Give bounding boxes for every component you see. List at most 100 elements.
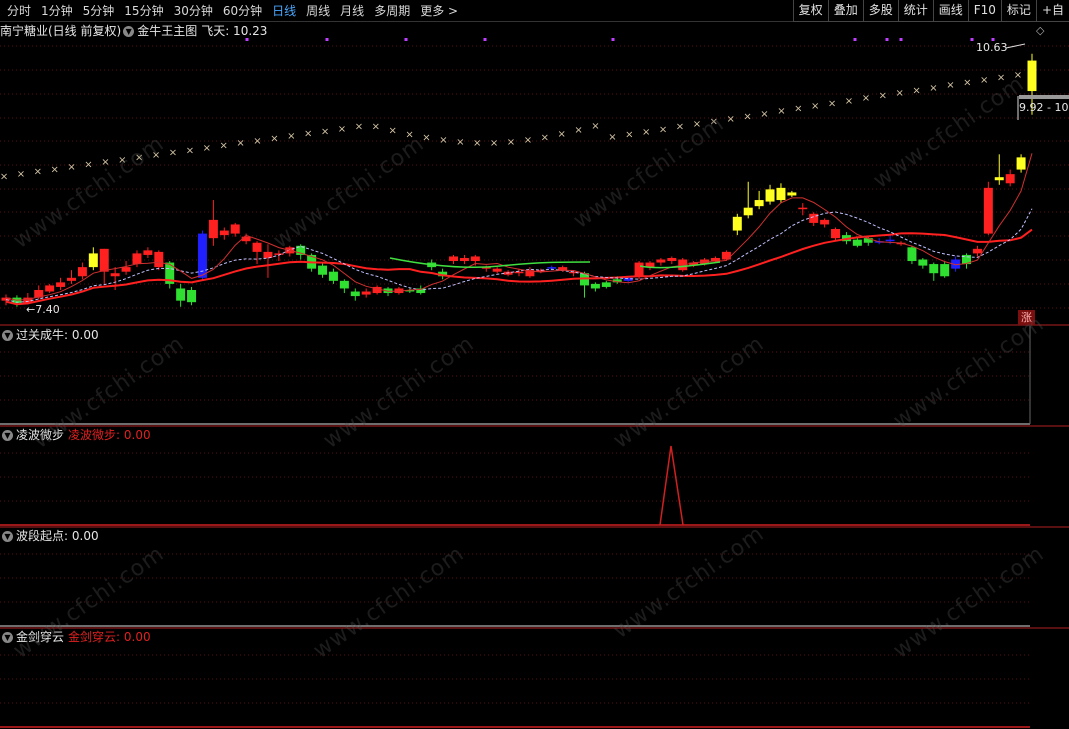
candle-body [132, 253, 142, 265]
cross-marker: × [17, 169, 25, 180]
candle-body [318, 265, 328, 275]
cross-marker: × [507, 137, 515, 148]
cross-marker: × [389, 125, 397, 136]
candle-body [590, 283, 600, 289]
cross-marker: × [186, 145, 194, 156]
price-high-label: 10.63 [976, 41, 1008, 54]
panel-3-value: : 0.00 [64, 529, 99, 543]
sub-panel-3-header: ▼ 波段起点 : 0.00 [0, 528, 99, 544]
cross-marker: × [169, 148, 177, 159]
candle-body [907, 247, 917, 262]
candle-body [972, 248, 982, 254]
candle-body [45, 285, 55, 292]
candle-body [110, 273, 120, 277]
candle-body [754, 200, 764, 207]
cross-marker: × [84, 160, 92, 171]
panel-3-dropdown-icon[interactable]: ▼ [2, 530, 13, 542]
cross-marker: × [524, 135, 532, 146]
panel-3-name[interactable]: 波段起点 [16, 528, 64, 544]
cross-marker: × [625, 130, 633, 141]
cross-marker: × [676, 122, 684, 133]
cross-marker: × [879, 91, 887, 102]
candle-body [743, 207, 753, 216]
cross-marker: × [574, 125, 582, 136]
candle-body [601, 282, 611, 287]
cross-marker: × [321, 126, 329, 137]
panel-4-value: 金剑穿云: 0.00 [68, 630, 151, 644]
candle-body [1005, 174, 1015, 184]
signal-dot [404, 38, 408, 41]
candle-body [667, 257, 677, 262]
price-range-bar [1019, 95, 1069, 99]
candle-body [459, 257, 469, 262]
candle-body [449, 256, 459, 262]
candle-body [885, 239, 895, 242]
cross-marker: × [270, 133, 278, 144]
cross-marker: × [608, 132, 616, 143]
signal-dot [245, 38, 249, 41]
cross-marker: × [760, 109, 768, 120]
candle-body [143, 250, 153, 255]
candle-body [776, 187, 786, 201]
candle-body [350, 291, 360, 297]
cross-marker: × [0, 171, 8, 182]
price-low-label: ←7.40 [26, 303, 60, 316]
cross-marker: × [862, 93, 870, 104]
cross-marker: × [51, 164, 59, 175]
cross-marker: × [777, 106, 785, 117]
candle-body [547, 267, 557, 269]
cross-marker: × [355, 122, 363, 133]
cross-marker: × [236, 138, 244, 149]
signal-dot [885, 38, 889, 41]
price-range-label: 9.92 - 10 [1019, 101, 1069, 114]
panel-1-dropdown-icon[interactable]: ▼ [2, 329, 13, 341]
cross-marker: × [980, 75, 988, 86]
candle-body [983, 187, 993, 234]
cross-marker: × [304, 129, 312, 140]
candle-body [241, 236, 251, 242]
cross-marker: × [828, 98, 836, 109]
cross-marker: × [372, 121, 380, 132]
candle-body [852, 239, 862, 246]
cross-marker: × [727, 114, 735, 125]
candle-body [230, 224, 240, 234]
candle-body [339, 280, 349, 289]
panel-1-name[interactable]: 过关成牛 [16, 327, 64, 343]
cross-marker: × [642, 127, 650, 138]
candle-body [328, 271, 338, 281]
candle-body [940, 264, 950, 277]
signal-dot [325, 38, 329, 41]
candle-body [219, 230, 229, 236]
cross-marker: × [558, 129, 566, 140]
candle-body [994, 177, 1004, 181]
candle-body [721, 251, 731, 260]
panel-2-value: 凌波微步: 0.00 [68, 428, 151, 442]
cross-marker: × [287, 131, 295, 142]
cross-marker: × [929, 83, 937, 94]
cross-marker: × [591, 121, 599, 132]
candle-body [831, 229, 841, 239]
panel-2-dropdown-icon[interactable]: ▼ [2, 429, 13, 441]
ma-green-segment [389, 257, 591, 269]
candle-body [1027, 60, 1037, 92]
candle-body [492, 268, 502, 272]
candle-body [798, 207, 808, 210]
cross-marker: × [473, 138, 481, 149]
cross-marker: × [34, 167, 42, 178]
cross-marker: × [845, 96, 853, 107]
cross-marker: × [490, 138, 498, 149]
cross-marker: × [963, 78, 971, 89]
sub-panel-1-header: ▼ 过关成牛 : 0.00 [0, 327, 99, 343]
cross-marker: × [794, 104, 802, 115]
signal-dot [970, 38, 974, 41]
candle-body [765, 189, 775, 202]
candle-body [634, 262, 644, 277]
candle-body [787, 192, 797, 196]
cross-marker: × [743, 111, 751, 122]
cross-marker: × [338, 124, 346, 135]
panel-2-spike [659, 445, 684, 526]
candle-body [918, 259, 928, 266]
candle-body [820, 219, 830, 225]
candle-body [470, 256, 480, 262]
candle-body [656, 259, 666, 263]
